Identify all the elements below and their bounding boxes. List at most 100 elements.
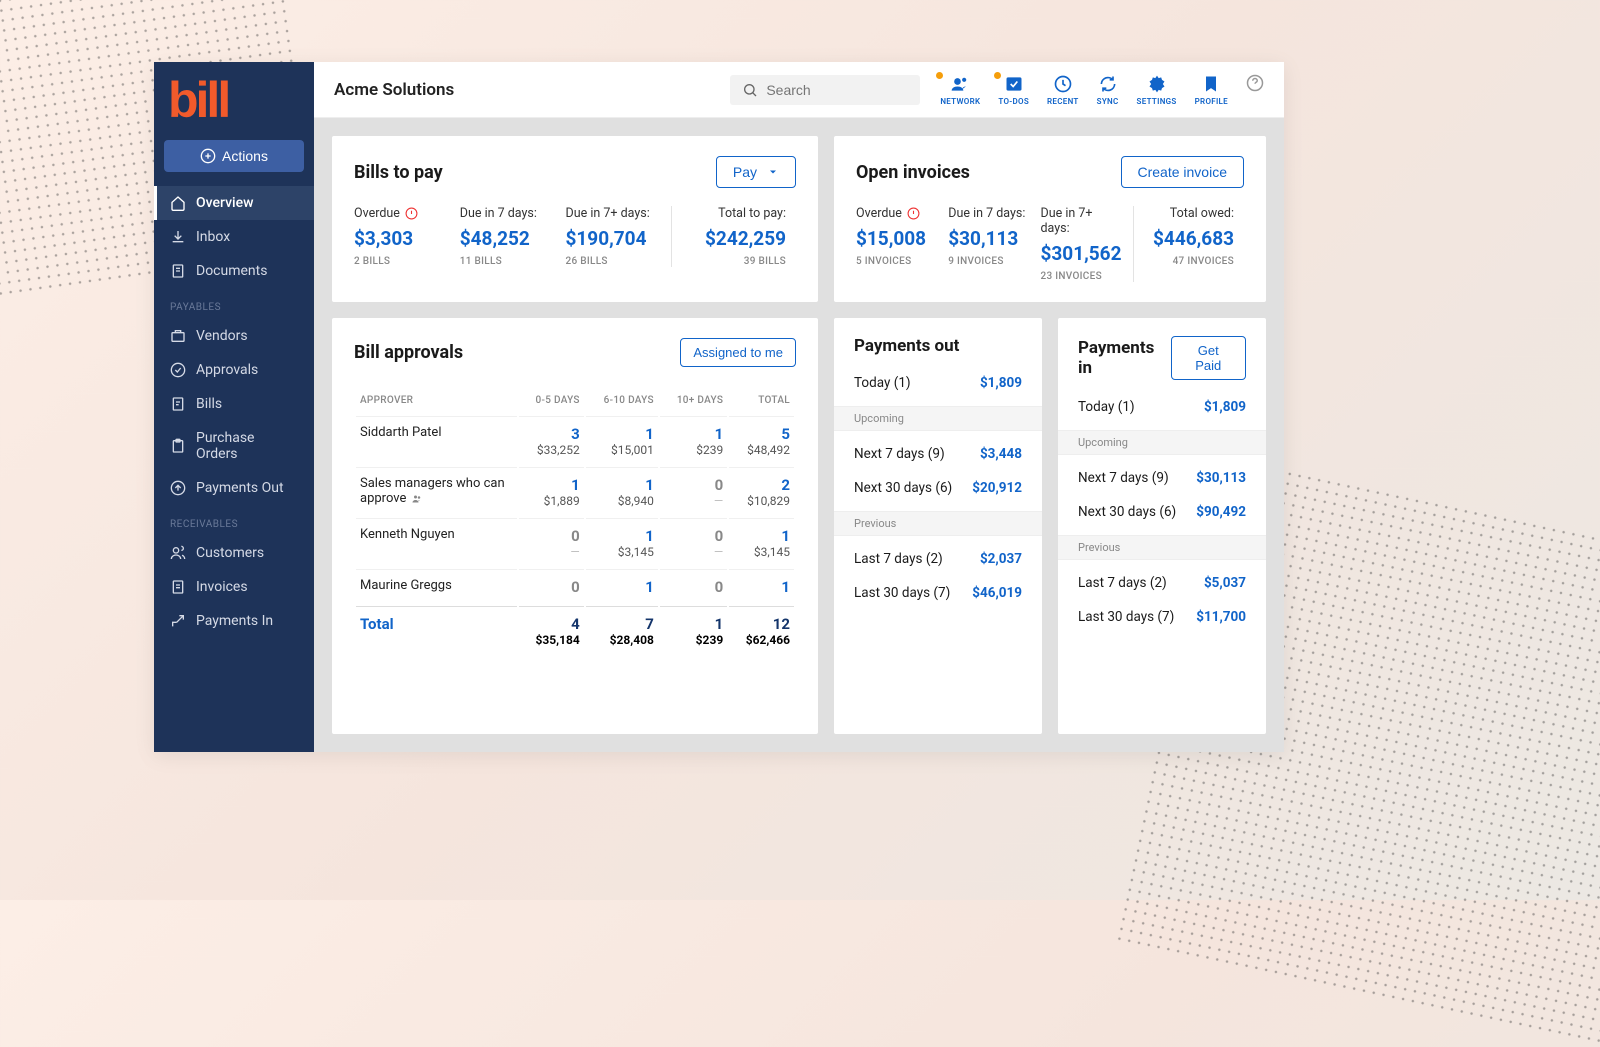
actions-button[interactable]: Actions (164, 140, 304, 172)
cell-amount: — (664, 494, 723, 508)
checklist-icon (1004, 74, 1024, 94)
pay-button[interactable]: Pay (716, 156, 796, 188)
notification-dot-icon (936, 72, 943, 79)
cell-count: 1 (590, 527, 654, 545)
table-row[interactable]: Siddarth Patel3$33,2521$15,0011$2395$48,… (356, 416, 794, 465)
section-previous: Previous (1058, 535, 1266, 560)
pay-label: Pay (733, 164, 757, 180)
payment-row[interactable]: Next 7 days (9)$30,113 (1078, 461, 1246, 495)
topnav-settings[interactable]: SETTINGS (1137, 74, 1177, 106)
sidebar-item-inbox[interactable]: Inbox (154, 220, 314, 254)
sidebar-section-payables: PAYABLES (154, 288, 314, 319)
sidebar-section-receivables: RECEIVABLES (154, 505, 314, 536)
cell-count: 4 (523, 615, 580, 633)
payment-row[interactable]: Today (1)$1,809 (1078, 390, 1246, 424)
sidebar-item-invoices[interactable]: Invoices (154, 570, 314, 604)
alert-icon (907, 207, 920, 220)
stat-overdue: Overdue $15,008 5 INVOICES (856, 206, 948, 282)
table-row[interactable]: Maurine Greggs0101 (356, 569, 794, 604)
check-circle-icon (170, 362, 186, 378)
assigned-to-me-button[interactable]: Assigned to me (680, 338, 796, 367)
stat-value: $190,704 (566, 227, 662, 250)
document-icon (170, 263, 186, 279)
sidebar: bill Actions Overview Inbox Documents PA… (154, 62, 314, 752)
payment-row[interactable]: Next 7 days (9)$3,448 (854, 437, 1022, 471)
search-icon (742, 82, 758, 98)
payments-in-card: Payments in Get Paid Today (1)$1,809 Upc… (1058, 318, 1266, 734)
bills-to-pay-card: Bills to pay Pay Overdue $3,303 2 BILLS (332, 136, 818, 302)
logo-text: bill (168, 80, 300, 120)
cell-count: 2 (733, 476, 790, 494)
card-title: Bills to pay (354, 162, 443, 183)
section-upcoming: Upcoming (1058, 430, 1266, 455)
cell-count: 0 (664, 578, 723, 596)
topnav-sync[interactable]: SYNC (1097, 74, 1119, 106)
approver-name: Kenneth Nguyen (356, 518, 517, 567)
create-invoice-button[interactable]: Create invoice (1121, 156, 1245, 188)
vendors-icon (170, 328, 186, 344)
cell-amount: $239 (664, 633, 723, 647)
cell-count: 1 (664, 615, 723, 633)
cell-amount: $8,940 (590, 494, 654, 508)
sidebar-item-purchase-orders[interactable]: Purchase Orders (154, 421, 314, 471)
topnav-todos[interactable]: TO-DOS (998, 74, 1029, 106)
sidebar-item-vendors[interactable]: Vendors (154, 319, 314, 353)
topbar: Acme Solutions NETWORK TO-DOS (314, 62, 1284, 118)
group-icon (410, 493, 424, 505)
table-row[interactable]: Kenneth Nguyen0—1$3,1450—1$3,145 (356, 518, 794, 567)
col-approver: APPROVER (356, 387, 517, 414)
search-box[interactable] (730, 75, 920, 105)
payment-row[interactable]: Last 7 days (2)$2,037 (854, 542, 1022, 576)
cell-count: 1 (590, 425, 654, 443)
sidebar-item-documents[interactable]: Documents (154, 254, 314, 288)
alert-icon (405, 207, 418, 220)
cell-amount: $28,408 (590, 633, 654, 647)
sidebar-item-payments-in[interactable]: Payments In (154, 604, 314, 638)
topnav-label: TO-DOS (998, 97, 1029, 106)
payment-row[interactable]: Today (1)$1,809 (854, 366, 1022, 400)
main: Acme Solutions NETWORK TO-DOS (314, 62, 1284, 752)
cell-amount: — (664, 545, 723, 559)
payment-row[interactable]: Last 30 days (7)$11,700 (1078, 600, 1246, 634)
cell-count: 3 (523, 425, 580, 443)
cell-count: 0 (523, 527, 580, 545)
bill-icon (170, 396, 186, 412)
invoice-icon (170, 579, 186, 595)
approver-name: Maurine Greggs (356, 569, 517, 604)
topnav-label: NETWORK (940, 97, 980, 106)
payment-row[interactable]: Last 30 days (7)$46,019 (854, 576, 1022, 610)
get-paid-button[interactable]: Get Paid (1171, 336, 1246, 380)
cell-count: 1 (590, 476, 654, 494)
search-input[interactable] (766, 82, 908, 98)
cell-amount: $239 (664, 443, 723, 457)
cell-amount: $62,466 (733, 633, 790, 647)
sidebar-item-approvals[interactable]: Approvals (154, 353, 314, 387)
payment-row[interactable]: Next 30 days (6)$20,912 (854, 471, 1022, 505)
stat-due7: Due in 7 days: $48,252 11 BILLS (460, 206, 566, 267)
cell-count: 1 (733, 578, 790, 596)
help-icon[interactable] (1246, 74, 1264, 92)
topnav: NETWORK TO-DOS RECENT SYNC SETTIN (940, 74, 1264, 106)
total-label: Total (356, 606, 517, 655)
sidebar-item-bills[interactable]: Bills (154, 387, 314, 421)
open-invoices-card: Open invoices Create invoice Overdue $15… (834, 136, 1266, 302)
card-title: Bill approvals (354, 342, 463, 363)
sidebar-item-label: Customers (196, 545, 264, 561)
sidebar-item-label: Payments Out (196, 480, 284, 496)
sidebar-item-label: Invoices (196, 579, 248, 595)
cell-amount: $3,145 (733, 545, 790, 559)
topnav-network[interactable]: NETWORK (940, 74, 980, 106)
sidebar-item-customers[interactable]: Customers (154, 536, 314, 570)
payment-row[interactable]: Last 7 days (2)$5,037 (1078, 566, 1246, 600)
sidebar-item-overview[interactable]: Overview (154, 186, 314, 220)
section-previous: Previous (834, 511, 1042, 536)
topnav-profile[interactable]: PROFILE (1195, 74, 1228, 106)
table-row[interactable]: Sales managers who can approve 1$1,8891$… (356, 467, 794, 516)
cell-count: 0 (523, 578, 580, 596)
payment-row[interactable]: Next 30 days (6)$90,492 (1078, 495, 1246, 529)
payments-wrap: Payments out Today (1)$1,809 Upcoming Ne… (834, 318, 1266, 734)
plus-circle-icon (200, 148, 216, 164)
sidebar-item-payments-out[interactable]: Payments Out (154, 471, 314, 505)
topnav-recent[interactable]: RECENT (1047, 74, 1079, 106)
topnav-label: RECENT (1047, 97, 1079, 106)
